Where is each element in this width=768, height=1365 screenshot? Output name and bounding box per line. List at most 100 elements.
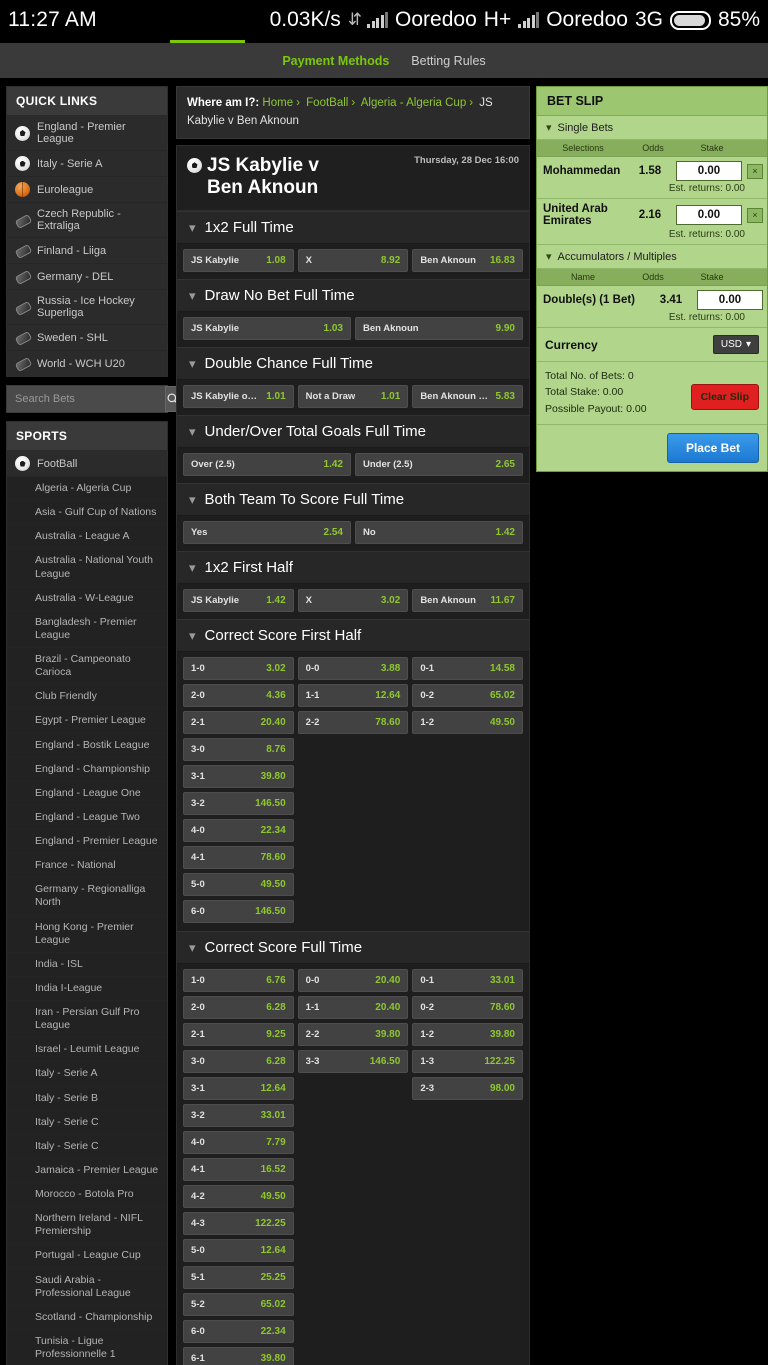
selection-button[interactable]: 3-2 33.01 — [183, 1103, 294, 1127]
league-list-item[interactable]: Israel - Leumit League — [7, 1038, 167, 1063]
league-list-item[interactable]: Egypt - Premier League — [7, 709, 167, 734]
selection-button[interactable]: X 3.02 — [297, 588, 409, 612]
selection-button[interactable]: 0-0 3.88 — [297, 656, 409, 680]
league-list-item[interactable]: Germany - Regionalliga North — [7, 878, 167, 916]
selection-button[interactable]: No 1.42 — [355, 520, 523, 544]
league-list-item[interactable]: Jamaica - Premier League — [7, 1158, 167, 1183]
selection-button[interactable]: JS Kabylie 1.03 — [183, 316, 351, 340]
selection-button[interactable]: 0-0 20.40 — [297, 968, 409, 992]
league-list-item[interactable]: England - Premier League — [7, 830, 167, 855]
selection-button[interactable]: 6-0 146.50 — [183, 899, 294, 923]
selection-button[interactable]: 3-2 146.50 — [183, 791, 294, 815]
selection-button[interactable]: 0-1 33.01 — [412, 968, 523, 992]
market-header[interactable]: ▾ Both Team To Score Full Time — [177, 482, 529, 516]
league-list-item[interactable]: Club Friendly — [7, 685, 167, 710]
selection-button[interactable]: 4-1 16.52 — [183, 1157, 294, 1181]
selection-button[interactable]: Ben Aknoun 11.67 — [412, 588, 523, 612]
accumulators-section-toggle[interactable]: ▾ Accumulators / Multiples — [537, 245, 767, 269]
search-input[interactable] — [7, 386, 165, 412]
quick-link-item[interactable]: Russia - Ice Hockey Superliga — [7, 290, 167, 325]
selection-button[interactable]: Over (2.5) 1.42 — [183, 452, 351, 476]
selection-button[interactable]: 5-1 25.25 — [183, 1265, 294, 1289]
selection-button[interactable]: 1-3 122.25 — [412, 1049, 523, 1073]
place-bet-button[interactable]: Place Bet — [666, 432, 759, 463]
selection-button[interactable]: 0-1 14.58 — [412, 656, 523, 680]
selection-button[interactable]: 3-1 39.80 — [183, 764, 294, 788]
selection-button[interactable]: Yes 2.54 — [183, 520, 351, 544]
league-list-item[interactable]: Italy - Serie C — [7, 1110, 167, 1135]
selection-button[interactable]: 2-0 6.28 — [183, 995, 294, 1019]
selection-button[interactable]: Not a Draw 1.01 — [297, 384, 409, 408]
league-list-item[interactable]: England - Championship — [7, 757, 167, 782]
league-list-item[interactable]: Australia - W-League — [7, 586, 167, 611]
market-header[interactable]: ▾ 1x2 First Half — [177, 550, 529, 584]
selection-button[interactable]: JS Kabylie 1.08 — [183, 248, 294, 272]
selection-button[interactable]: Ben Aknoun or Dr... 5.83 — [412, 384, 523, 408]
selection-button[interactable]: Ben Aknoun 16.83 — [412, 248, 523, 272]
selection-button[interactable]: 0-2 65.02 — [412, 683, 523, 707]
market-header[interactable]: ▾ Double Chance Full Time — [177, 346, 529, 380]
league-list-item[interactable]: Italy - Serie B — [7, 1086, 167, 1111]
selection-button[interactable]: Under (2.5) 2.65 — [355, 452, 523, 476]
league-list-item[interactable]: Scotland - Championship — [7, 1305, 167, 1330]
selection-button[interactable]: 2-2 39.80 — [297, 1022, 409, 1046]
selection-button[interactable]: 3-1 12.64 — [183, 1076, 294, 1100]
league-list-item[interactable]: Northern Ireland - NIFL Premiership — [7, 1207, 167, 1245]
remove-bet-button[interactable]: × — [747, 207, 763, 223]
league-list-item[interactable]: Morocco - Botola Pro — [7, 1183, 167, 1208]
league-list-item[interactable]: Iran - Persian Gulf Pro League — [7, 1001, 167, 1039]
quick-link-item[interactable]: World - WCH U20 — [7, 351, 167, 376]
league-list-item[interactable]: Italy - Serie A — [7, 1062, 167, 1087]
market-header[interactable]: ▾ Correct Score Full Time — [177, 930, 529, 964]
selection-button[interactable]: 4-2 49.50 — [183, 1184, 294, 1208]
league-list-item[interactable]: England - League One — [7, 781, 167, 806]
league-list-item[interactable]: Australia - League A — [7, 525, 167, 550]
selection-button[interactable]: 1-0 3.02 — [183, 656, 294, 680]
currency-select[interactable]: USD ▾ — [712, 335, 759, 354]
league-list-item[interactable]: Italy - Serie C — [7, 1134, 167, 1159]
selection-button[interactable]: 4-0 22.34 — [183, 818, 294, 842]
league-list-item[interactable]: Tunisia - Ligue Professionnelle 1 — [7, 1329, 167, 1365]
league-list-item[interactable]: Asia - Gulf Cup of Nations — [7, 501, 167, 526]
selection-button[interactable]: 6-1 39.80 — [183, 1346, 294, 1365]
breadcrumb-home[interactable]: Home — [262, 97, 293, 109]
league-list-item[interactable]: Algeria - Algeria Cup — [7, 477, 167, 502]
selection-button[interactable]: 2-0 4.36 — [183, 683, 294, 707]
selection-button[interactable]: 1-2 39.80 — [412, 1022, 523, 1046]
market-header[interactable]: ▾ Draw No Bet Full Time — [177, 278, 529, 312]
league-list-item[interactable]: Brazil - Campeonato Carioca — [7, 648, 167, 686]
selection-button[interactable]: 1-0 6.76 — [183, 968, 294, 992]
selection-button[interactable]: X 8.92 — [297, 248, 409, 272]
quick-link-item[interactable]: Czech Republic - Extraliga — [7, 203, 167, 238]
stake-input[interactable] — [676, 205, 742, 225]
selection-button[interactable]: 5-2 65.02 — [183, 1292, 294, 1316]
quick-link-item[interactable]: Euroleague — [7, 177, 167, 203]
selection-button[interactable]: 1-1 20.40 — [297, 995, 409, 1019]
market-header[interactable]: ▾ Correct Score First Half — [177, 618, 529, 652]
league-list-item[interactable]: India - ISL — [7, 952, 167, 977]
quick-link-item[interactable]: Germany - DEL — [7, 264, 167, 290]
market-header[interactable]: ▾ 1x2 Full Time — [177, 210, 529, 244]
stake-input[interactable] — [697, 290, 763, 310]
league-list-item[interactable]: England - League Two — [7, 805, 167, 830]
selection-button[interactable]: 5-0 12.64 — [183, 1238, 294, 1262]
quick-link-item[interactable]: Sweden - SHL — [7, 325, 167, 351]
sidebar-item-football[interactable]: FootBall — [7, 451, 167, 477]
selection-button[interactable]: 4-1 78.60 — [183, 845, 294, 869]
remove-bet-button[interactable]: × — [747, 163, 763, 179]
quick-link-item[interactable]: Italy - Serie A — [7, 151, 167, 177]
selection-button[interactable]: 4-0 7.79 — [183, 1130, 294, 1154]
stake-input[interactable] — [676, 161, 742, 181]
tab-payment-methods[interactable]: Payment Methods — [282, 54, 389, 68]
breadcrumb-league[interactable]: Algeria - Algeria Cup — [361, 97, 466, 109]
quick-link-item[interactable]: England - Premier League — [7, 116, 167, 151]
selection-button[interactable]: JS Kabylie or Draw 1.01 — [183, 384, 294, 408]
selection-button[interactable]: 5-0 49.50 — [183, 872, 294, 896]
selection-button[interactable]: 2-2 78.60 — [297, 710, 409, 734]
league-list-item[interactable]: Portugal - League Cup — [7, 1244, 167, 1269]
selection-button[interactable]: 6-0 22.34 — [183, 1319, 294, 1343]
selection-button[interactable]: 3-3 146.50 — [297, 1049, 409, 1073]
league-list-item[interactable]: France - National — [7, 854, 167, 879]
quick-link-item[interactable]: Finland - Liiga — [7, 238, 167, 264]
selection-button[interactable]: 4-3 122.25 — [183, 1211, 294, 1235]
